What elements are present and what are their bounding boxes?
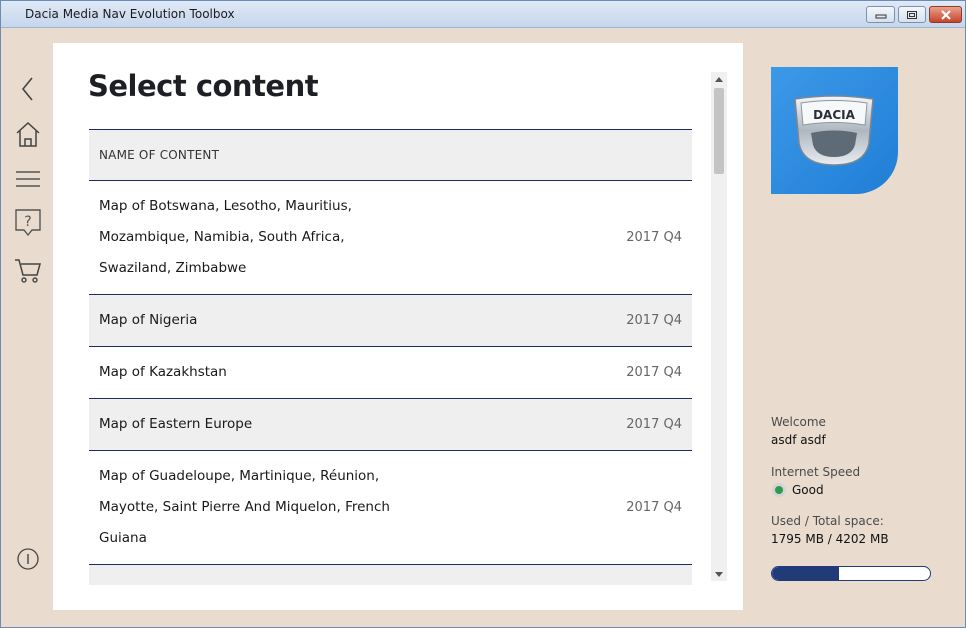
table-row[interactable]: Map of Eastern Europe 2017 Q4: [89, 399, 692, 451]
maximize-button[interactable]: [898, 6, 926, 23]
content-name-line: Map of Eastern Europe: [99, 416, 253, 432]
content-version: 2017 Q4: [626, 417, 682, 432]
scroll-up-button[interactable]: [711, 72, 727, 86]
back-button[interactable]: [14, 75, 42, 103]
content-version: 2017 Q4: [626, 313, 682, 328]
internet-speed-label: Internet Speed: [771, 465, 861, 479]
content-version: 2017 Q4: [626, 500, 682, 515]
dacia-emblem-icon: DACIA: [794, 95, 874, 166]
scroll-down-button[interactable]: [711, 567, 727, 581]
content-name-line: Mayotte, Saint Pierre And Miquelon, Fren…: [99, 499, 390, 515]
status-indicator: [772, 483, 786, 497]
table-row[interactable]: Map of Guadeloupe, Martinique, Réunion, …: [89, 451, 692, 565]
info-button[interactable]: [14, 545, 42, 573]
close-button[interactable]: [929, 6, 962, 23]
internet-speed-value: Good: [792, 483, 824, 497]
space-label: Used / Total space:: [771, 514, 884, 528]
caret-down-icon: [715, 571, 723, 577]
table-header: NAME OF CONTENT: [89, 129, 692, 181]
content-panel: Select content NAME OF CONTENT Map of Bo…: [53, 43, 743, 610]
storage-progress-bar: [771, 566, 931, 581]
svg-text:?: ?: [24, 214, 31, 230]
content-name: Map of Eastern Europe: [89, 409, 389, 440]
content-name-line: Guiana: [99, 530, 147, 546]
caret-up-icon: [715, 76, 723, 82]
content-name: Map of Botswana, Lesotho, Mauritius, Moz…: [89, 191, 389, 284]
table-row[interactable]: [89, 565, 692, 585]
close-icon: [940, 9, 951, 20]
table-row[interactable]: Map of Botswana, Lesotho, Mauritius, Moz…: [89, 181, 692, 295]
scrollbar-thumb[interactable]: [714, 88, 724, 174]
space-value: 1795 MB / 4202 MB: [771, 532, 889, 546]
content-version: 2017 Q4: [626, 230, 682, 245]
scrollbar[interactable]: [711, 72, 727, 581]
dacia-logo: DACIA: [771, 67, 898, 194]
content-version: 2017 Q4: [626, 365, 682, 380]
restore-icon: [907, 10, 917, 19]
chevron-left-icon: [21, 77, 33, 101]
help-icon: ?: [15, 209, 41, 237]
menu-button[interactable]: [14, 165, 42, 193]
help-button[interactable]: ?: [14, 209, 42, 237]
home-button[interactable]: [14, 120, 42, 148]
table-row[interactable]: Map of Nigeria 2017 Q4: [89, 295, 692, 347]
window-title: Dacia Media Nav Evolution Toolbox: [25, 7, 235, 21]
content-table: NAME OF CONTENT Map of Botswana, Lesotho…: [89, 129, 692, 585]
content-name-line: Map of Guadeloupe, Martinique, Réunion,: [99, 468, 380, 484]
title-bar: Dacia Media Nav Evolution Toolbox: [1, 1, 965, 28]
menu-icon: [16, 171, 40, 187]
cart-icon: [15, 259, 41, 283]
welcome-label: Welcome: [771, 415, 826, 429]
info-icon: [17, 548, 39, 570]
content-name: Map of Nigeria: [89, 305, 389, 336]
brand-label: DACIA: [813, 108, 856, 122]
content-name-line: Map of Kazakhstan: [99, 364, 227, 380]
content-name-line: Map of Botswana, Lesotho, Mauritius,: [99, 198, 352, 214]
user-name: asdf asdf: [771, 433, 826, 447]
content-name-line: Mozambique, Namibia, South Africa,: [99, 229, 345, 245]
content-name: Map of Kazakhstan: [89, 357, 389, 388]
minimize-icon: [875, 14, 886, 18]
home-icon: [16, 121, 40, 147]
content-name: Map of Guadeloupe, Martinique, Réunion, …: [89, 461, 409, 554]
content-name-line: Map of Nigeria: [99, 312, 198, 328]
storage-progress-fill: [772, 567, 840, 580]
cart-button[interactable]: [14, 256, 42, 284]
table-row[interactable]: Map of Kazakhstan 2017 Q4: [89, 347, 692, 399]
page-title: Select content: [88, 69, 319, 103]
content-name-line: Swaziland, Zimbabwe: [99, 260, 247, 276]
minimize-button[interactable]: [866, 6, 895, 23]
